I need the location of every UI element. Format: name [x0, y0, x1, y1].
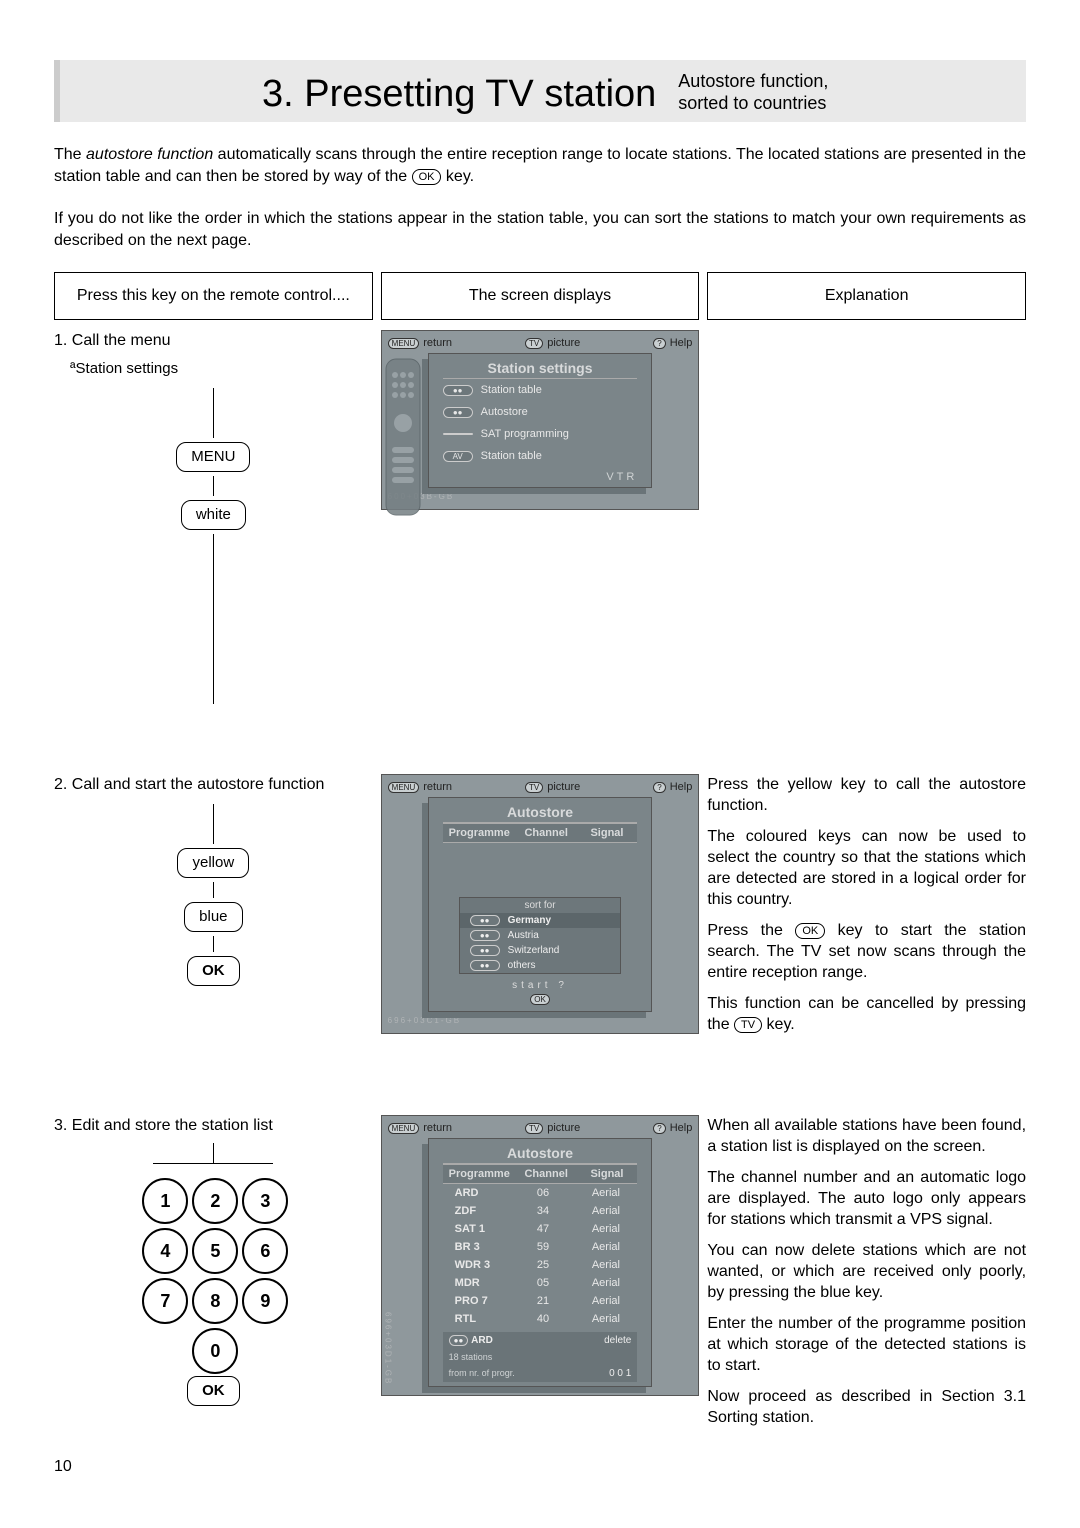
numkey-1[interactable]: 1 — [142, 1178, 188, 1224]
step2-screen: MENUreturn TVpicture ?Help Autostore Pro… — [381, 774, 700, 1034]
numkey-6[interactable]: 6 — [242, 1228, 288, 1274]
col-head-screen: The screen displays — [381, 272, 700, 320]
tv-key-inline: TV — [734, 1017, 762, 1033]
blue-button[interactable]: blue — [184, 902, 242, 932]
white-button[interactable]: white — [181, 500, 246, 530]
numkey-8[interactable]: 8 — [192, 1278, 238, 1324]
ok-button[interactable]: OK — [187, 956, 240, 986]
intro-paragraph-2: If you do not like the order in which th… — [54, 208, 1026, 252]
ok-key-inline: OK — [795, 923, 825, 939]
chapter-subtitle: Autostore function, sorted to countries — [678, 70, 828, 114]
numkey-5[interactable]: 5 — [192, 1228, 238, 1274]
menu-icon: MENU — [388, 338, 420, 349]
step-2-row: 2. Call and start the autostore function… — [54, 774, 1026, 1045]
tv-icon: TV — [525, 782, 543, 793]
menu-button[interactable]: MENU — [176, 442, 250, 472]
numkey-0[interactable]: 0 — [192, 1328, 238, 1374]
intro-paragraph-1: The autostore function automatically sca… — [54, 144, 1026, 188]
remote-silhouette-icon — [380, 357, 426, 517]
table-row: RTL40Aerial — [443, 1310, 638, 1328]
numkey-4[interactable]: 4 — [142, 1228, 188, 1274]
step3-explanation: When all available stations have been fo… — [707, 1115, 1026, 1438]
step2-title: 2. Call and start the autostore function — [54, 774, 373, 796]
menu-icon: MENU — [388, 782, 420, 793]
table-row: MDR05Aerial — [443, 1274, 638, 1292]
step1-screen: MENUreturn TVpicture ?Help Station setti… — [381, 330, 700, 510]
ok-key-inline: OK — [412, 169, 442, 185]
ok-button[interactable]: OK — [187, 1376, 240, 1406]
step1-subtitle: ªStation settings — [54, 358, 373, 380]
table-row: BR 359Aerial — [443, 1238, 638, 1256]
step2-remote-sequence: yellow blue OK — [133, 804, 293, 990]
step2-explanation: Press the yellow key to call the autosto… — [707, 774, 1026, 1045]
step3-title: 3. Edit and store the station list — [54, 1115, 373, 1137]
help-icon: ? — [653, 1123, 665, 1134]
table-row: SAT 147Aerial — [443, 1220, 638, 1238]
step1-title: 1. Call the menu — [54, 330, 373, 352]
col-head-remote: Press this key on the remote control.... — [54, 272, 373, 320]
numkey-2[interactable]: 2 — [192, 1178, 238, 1224]
table-row: WDR 325Aerial — [443, 1256, 638, 1274]
help-icon: ? — [653, 782, 665, 793]
station-foot-bar: ●● ARD delete — [443, 1332, 638, 1349]
numpad: 1 2 3 4 5 6 7 8 9 0 — [54, 1178, 373, 1370]
table-row: PRO 721Aerial — [443, 1292, 638, 1310]
step-3-row: 3. Edit and store the station list 1 2 3… — [54, 1115, 1026, 1438]
numkey-9[interactable]: 9 — [242, 1278, 288, 1324]
ok-icon: OK — [530, 994, 550, 1005]
step3-screen: MENUreturn TVpicture ?Help Autostore Pro… — [381, 1115, 700, 1396]
page-number: 10 — [54, 1458, 1026, 1476]
autostore-list-panel: Autostore ProgrammeChannelSignal ARD06Ae… — [428, 1138, 653, 1387]
step-1-row: 1. Call the menu ªStation settings MENU … — [54, 330, 1026, 704]
station-settings-panel: Station settings ●●Station table ●●Autos… — [428, 353, 653, 488]
help-icon: ? — [653, 338, 665, 349]
column-headers: Press this key on the remote control....… — [54, 272, 1026, 320]
sort-for-box: sort for ●●Germany ●●Austria ●●Switzerla… — [459, 897, 622, 974]
step1-remote-sequence: MENU white — [133, 388, 293, 704]
tv-icon: TV — [525, 1123, 543, 1134]
chapter-title-bar: 3. Presetting TV station Autostore funct… — [54, 60, 1026, 122]
table-row: ARD06Aerial — [443, 1184, 638, 1202]
col-head-explain: Explanation — [707, 272, 1026, 320]
numkey-3[interactable]: 3 — [242, 1178, 288, 1224]
autostore-panel: Autostore ProgrammeChannelSignal sort fo… — [428, 797, 653, 1012]
yellow-button[interactable]: yellow — [177, 848, 249, 878]
table-row: ZDF34Aerial — [443, 1202, 638, 1220]
chapter-title: 3. Presetting TV station — [262, 73, 656, 116]
tv-icon: TV — [525, 338, 543, 349]
menu-icon: MENU — [388, 1123, 420, 1134]
numkey-7[interactable]: 7 — [142, 1278, 188, 1324]
